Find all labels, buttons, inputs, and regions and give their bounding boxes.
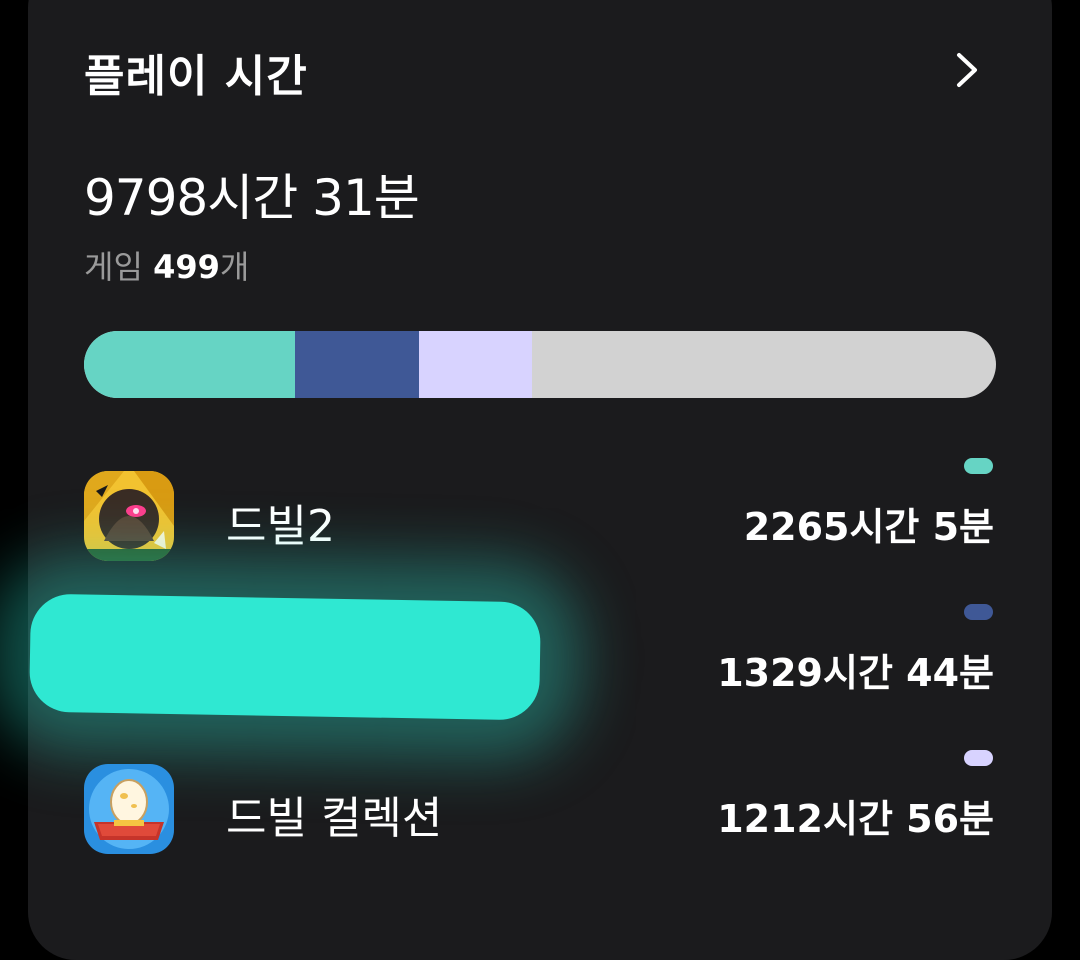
game-play-time: 1329시간 44분 — [717, 651, 994, 695]
egg-anniversary-game-icon[interactable] — [84, 764, 174, 854]
game-name: 드빌 컬렉션 — [226, 793, 443, 844]
game-play-time: 2265시간 5분 — [743, 505, 994, 549]
usage-bar-segment — [294, 331, 419, 398]
game-count: 게임 499개 — [84, 242, 249, 288]
usage-bar-segment — [418, 331, 532, 398]
usage-bar-segment — [84, 331, 295, 398]
game-play-time: 1212시간 56분 — [717, 797, 994, 841]
total-play-time: 9798시간 31분 — [84, 169, 420, 227]
redaction-smudge — [29, 593, 541, 721]
game-count-value: 499 — [153, 248, 220, 286]
game-count-label: 게임 — [84, 248, 143, 286]
game-color-dot — [964, 750, 993, 766]
card-title: 플레이 시간 — [84, 51, 308, 102]
game-name: 드빌2 — [226, 501, 335, 552]
chevron-right-icon[interactable] — [944, 48, 988, 92]
game-color-dot — [964, 604, 993, 620]
game-color-dot — [964, 458, 993, 474]
usage-bar — [84, 331, 996, 398]
game-count-suffix: 개 — [219, 248, 250, 286]
dark-warrior-game-icon[interactable] — [84, 471, 174, 561]
